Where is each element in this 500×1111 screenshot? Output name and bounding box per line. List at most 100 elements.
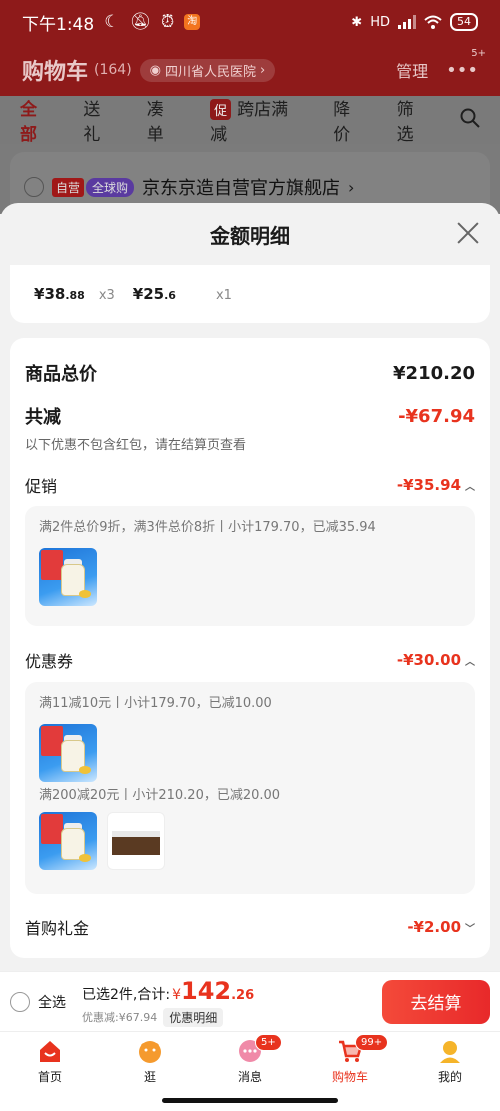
tab-all[interactable]: 全部 [20, 95, 53, 153]
tab-profile[interactable]: 我的 [410, 1038, 490, 1085]
tab-home-label: 首页 [37, 1070, 62, 1084]
bluetooth-icon: ✱ [351, 14, 363, 30]
coupon-desc-2: 满200减20元丨小计210.20，已减20.00 [39, 788, 281, 803]
chevron-right-icon: › [260, 62, 266, 78]
total-label: 商品总价 [25, 364, 97, 385]
tab-browse-label: 逛 [143, 1070, 156, 1084]
coupon-value-group: -¥30.00 ︿ [397, 651, 475, 669]
promo-value-group: -¥35.94 ︿ [397, 476, 475, 494]
profile-icon [437, 1038, 463, 1064]
cart-header: 购物车 (164) ◉ 四川省人民医院 › 管理 ••• 5+ [0, 44, 500, 96]
total-row: 商品总价 ¥210.20 [25, 360, 475, 386]
promo-detail-box: 满2件总价9折，满3件总价8折丨小计179.70，已减35.94 [25, 506, 475, 626]
product-thumb-supplement[interactable] [39, 548, 97, 606]
coupon-detail-box: 满11减10元丨小计179.70，已减10.00 满200减20元丨小计210.… [25, 682, 475, 894]
discount-line: 优惠减:¥67.94 优惠明细 [82, 1007, 254, 1027]
checkout-button[interactable]: 去结算 [382, 979, 490, 1024]
promo-icon: 促 [210, 99, 232, 120]
total-currency: ¥ [172, 986, 181, 1003]
total-dec: .26 [231, 987, 255, 1003]
checkout-bar: 全选 已选2件,合计: ¥ 142 .26 优惠减:¥67.94 优惠明细 去结… [0, 971, 500, 1031]
store-name[interactable]: 京东京造自营官方旗舰店 [142, 174, 340, 200]
discount-value: -¥67.94 [398, 405, 475, 427]
discount-detail-button[interactable]: 优惠明细 [163, 1007, 224, 1027]
message-icon: 5+ [237, 1034, 282, 1064]
alarm-icon: ⏰︎ [161, 12, 175, 32]
cart-icon: 99+ [337, 1034, 389, 1064]
product-thumb-supplement[interactable] [39, 724, 97, 782]
product-thumb-supplement[interactable] [39, 812, 97, 870]
item-price-entry: ¥25.6 x1 [133, 285, 232, 303]
item-price-dec: .88 [65, 289, 85, 302]
coupon-label: 优惠券 [25, 652, 74, 671]
item-price: ¥25.6 [133, 285, 176, 303]
tab-profile-label: 我的 [437, 1070, 462, 1084]
promo-desc: 满2件总价9折，满3件总价8折丨小计179.70，已减35.94 [39, 520, 376, 535]
first-gift-row[interactable]: 首购礼金 -¥2.00 ﹀ [25, 915, 475, 939]
product-thumb-milk[interactable] [107, 812, 165, 870]
item-qty: x1 [215, 288, 232, 303]
store-chevron-icon: › [348, 177, 355, 197]
tab-filter[interactable]: 筛选 [397, 95, 430, 145]
discount-summary: 优惠减:¥67.94 [82, 1011, 158, 1024]
item-currency: ¥ [34, 285, 45, 303]
tab-price-drop[interactable]: 降价 [333, 95, 366, 145]
filter-tabs: 全部 送礼 凑单 促跨店满减 降价 筛选 [0, 95, 500, 153]
store-checkbox[interactable] [24, 177, 44, 197]
app-root: { "status_bar": {"time": "下午1:48", "netw… [0, 0, 500, 1111]
item-price-dec: .6 [164, 289, 176, 302]
item-price-entry: ¥38.88 x3 [34, 285, 115, 303]
battery-indicator: 54 [450, 13, 478, 31]
chevron-up-icon: ︿ [465, 481, 475, 493]
manage-button[interactable]: 管理 [396, 58, 428, 82]
item-currency: ¥ [132, 285, 144, 303]
home-icon [37, 1038, 63, 1064]
mute-bell-icon: 🔕︎ [129, 12, 152, 32]
promo-label: 促销 [25, 477, 58, 496]
total-int: 142 [181, 976, 232, 1005]
signal-icon [398, 15, 416, 29]
amount-detail-sheet: 金额明细 ¥38.88 x3 ¥25.6 x1 商品总价 ¥210.20 共减 … [0, 203, 500, 971]
home-indicator [162, 1098, 338, 1103]
self-operated-badge: 自营 [52, 177, 85, 197]
search-icon[interactable] [460, 108, 480, 133]
tab-gift[interactable]: 送礼 [83, 95, 116, 145]
tab-combine[interactable]: 凑单 [147, 95, 180, 145]
tab-browse[interactable]: 逛 [110, 1038, 190, 1085]
tab-messages[interactable]: 5+ 消息 [210, 1034, 290, 1085]
coupon-thumbs-1 [39, 724, 461, 782]
item-price: ¥38.88 [34, 285, 85, 303]
select-all-checkbox[interactable] [10, 991, 30, 1012]
tab-home[interactable]: 首页 [10, 1038, 90, 1085]
app-notification-icon: 淘 [184, 14, 201, 30]
location-selector[interactable]: ◉ 四川省人民医院 › [139, 58, 276, 82]
total-value: ¥210.20 [393, 362, 475, 384]
cart-title: 购物车 [22, 60, 89, 85]
tab-cross-store[interactable]: 促跨店满减 [210, 95, 303, 145]
coupon-value: -¥30.00 [396, 651, 461, 669]
moon-icon: ☾ [104, 12, 120, 32]
coupon-desc-1: 满11减10元丨小计179.70，已减10.00 [39, 696, 272, 711]
first-gift-label: 首购礼金 [25, 919, 90, 938]
discount-note: 以下优惠不包含红包，请在结算页查看 [25, 438, 247, 453]
eye-icon: ◉ [149, 62, 162, 78]
tab-cart-label: 购物车 [331, 1070, 368, 1084]
select-all-label: 全选 [38, 994, 66, 1011]
tab-cart[interactable]: 99+ 购物车 [310, 1034, 390, 1085]
chevron-down-icon: ﹀ [465, 923, 475, 935]
promo-thumbs [39, 548, 461, 606]
selected-text: 已选2件,合计: [82, 986, 171, 1003]
total-line: 已选2件,合计: ¥ 142 .26 [82, 977, 254, 1005]
wifi-icon [424, 15, 442, 29]
select-all[interactable]: 全选 [10, 991, 66, 1012]
item-qty: x3 [98, 288, 115, 303]
coupon-row[interactable]: 优惠券 -¥30.00 ︿ [25, 648, 475, 672]
network-label: HD [370, 14, 390, 30]
sheet-title: 金额明细 [210, 223, 290, 248]
more-menu-button[interactable]: ••• 5+ [446, 48, 486, 81]
close-icon[interactable] [454, 219, 482, 247]
tab-messages-label: 消息 [237, 1070, 262, 1084]
chevron-up-icon: ︿ [465, 656, 475, 668]
first-gift-value-group: -¥2.00 ﹀ [407, 918, 475, 936]
promo-row[interactable]: 促销 -¥35.94 ︿ [25, 473, 475, 497]
